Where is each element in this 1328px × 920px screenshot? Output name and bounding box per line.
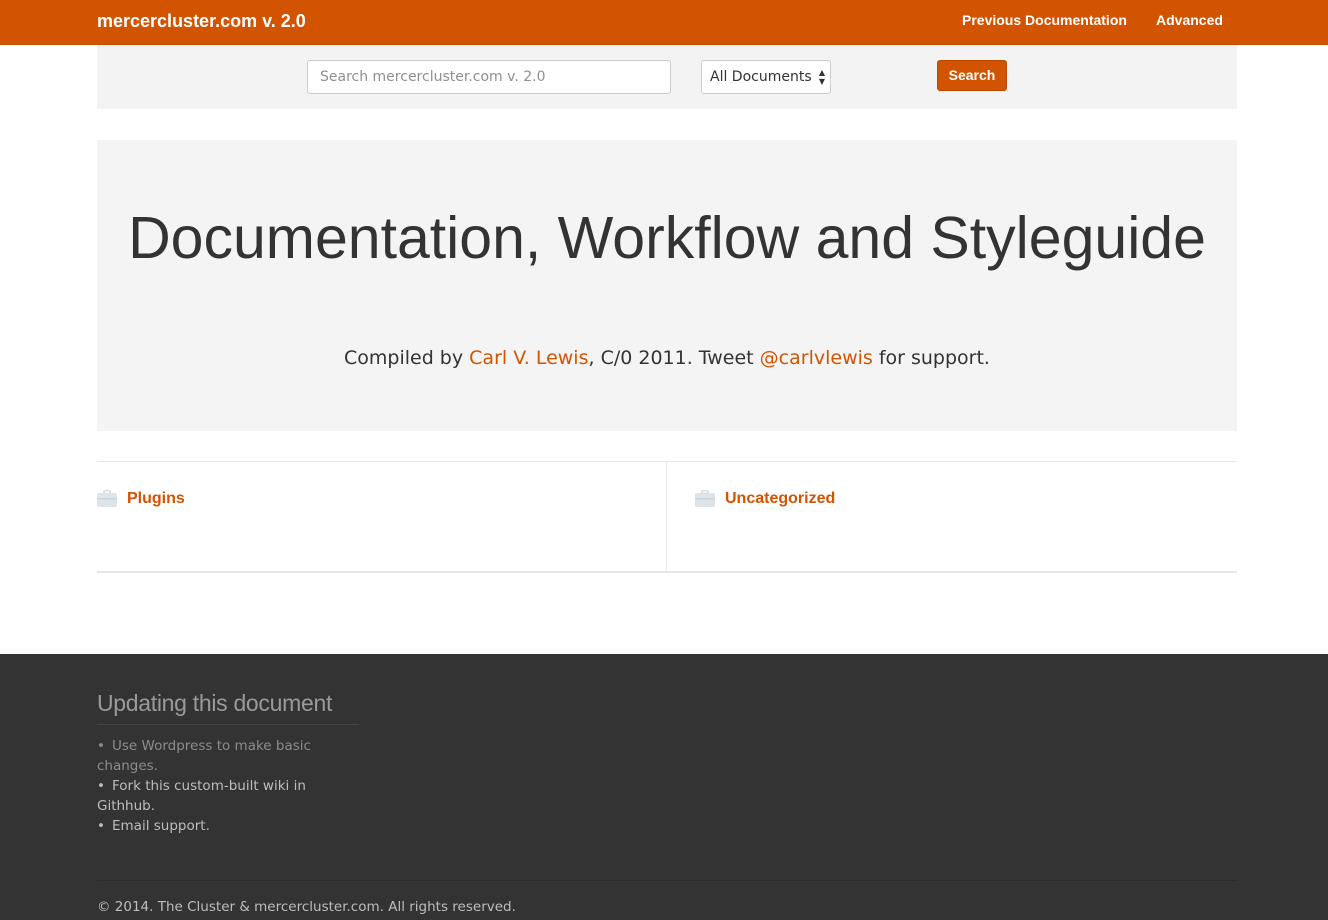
footer-heading: Updating this document [97, 690, 333, 716]
footer-list: • Use Wordpress to make basic changes. • F… [97, 736, 337, 836]
twitter-link[interactable]: @carlvlewis [760, 347, 873, 369]
subtitle-middle: , C/0 2011. Tweet [588, 347, 760, 369]
footer-item-text: Email support. [112, 818, 210, 834]
hero-subtitle: Compiled by Carl V. Lewis, C/0 2011. Twe… [97, 345, 1237, 371]
briefcase-icon [695, 490, 715, 507]
brand-link[interactable]: mercercluster.com v. 2.0 [97, 9, 306, 33]
footer-heading-rule [97, 724, 359, 725]
briefcase-icon [97, 490, 117, 507]
category-label: Uncategorized [725, 490, 836, 507]
category-column-divider [666, 462, 667, 572]
document-scope-selected: All Documents [710, 69, 812, 85]
bullet-icon: • [97, 738, 105, 754]
footer: Updating this document • Use Wordpress to… [0, 654, 1328, 920]
subtitle-suffix: for support. [872, 347, 990, 369]
document-scope-select[interactable]: All Documents ▲ ▼ [701, 60, 831, 94]
bullet-icon: • [97, 778, 105, 794]
author-link[interactable]: Carl V. Lewis [469, 347, 588, 369]
footer-item-email[interactable]: • Email support. [97, 816, 337, 836]
page-title: Documentation, Workflow and Styleguide [128, 205, 1206, 271]
search-input[interactable] [307, 60, 671, 94]
copyright-text: © 2014. The Cluster & mercercluster.com.… [97, 899, 516, 915]
search-button[interactable]: Search [937, 60, 1007, 91]
hero-panel: Documentation, Workflow and Styleguide C… [97, 140, 1237, 431]
footer-item-text: Use Wordpress to make basic changes. [97, 738, 311, 774]
top-navbar: mercercluster.com v. 2.0 Previous Docume… [0, 0, 1328, 45]
category-label: Plugins [127, 490, 185, 507]
footer-item-text: Fork this custom-built wiki in Githhub. [97, 778, 306, 814]
subtitle-prefix: Compiled by [344, 347, 470, 369]
category-divider-top [97, 461, 1237, 462]
search-bar: All Documents ▲▼ Search [97, 45, 1237, 109]
footer-divider [97, 880, 1237, 881]
footer-item-fork[interactable]: • Fork this custom-built wiki in Githhub. [97, 776, 337, 816]
footer-item-wordpress[interactable]: • Use Wordpress to make basic changes. [97, 736, 337, 776]
category-divider-bottom [97, 571, 1237, 573]
select-arrows-icon: ▲ ▼ [818, 68, 825, 86]
nav-previous-documentation[interactable]: Previous Documentation [962, 11, 1127, 29]
nav-advanced[interactable]: Advanced [1156, 11, 1223, 29]
bullet-icon: • [97, 818, 105, 834]
